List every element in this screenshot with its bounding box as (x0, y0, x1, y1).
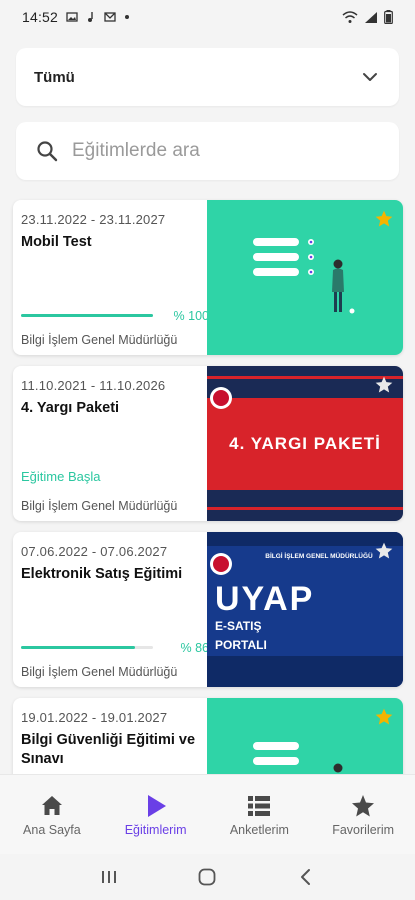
image-icon (66, 12, 78, 22)
bottom-navigation: Ana Sayfa Eğitimlerim Anketlerim Favoril… (0, 774, 415, 854)
back-button[interactable] (294, 865, 318, 889)
course-title: Bilgi Güvenliği Eğitimi ve Sınavı (21, 732, 196, 767)
nav-surveys[interactable]: Anketlerim (208, 775, 312, 854)
course-thumbnail (207, 698, 403, 774)
nav-favorites[interactable]: Favorilerim (311, 775, 415, 854)
progress-fill (21, 646, 135, 649)
course-dates: 07.06.2022 - 07.06.2027 (21, 544, 168, 559)
category-filter-dropdown[interactable]: Tümü (16, 48, 399, 106)
battery-icon (384, 10, 393, 24)
list-icon (248, 796, 271, 816)
star-icon (352, 795, 375, 817)
course-card[interactable]: 19.01.2022 - 19.01.2027 Bilgi Güvenliği … (13, 698, 403, 774)
course-title: Mobil Test (21, 234, 92, 250)
course-list[interactable]: 23.11.2022 - 23.11.2027 Mobil Test % 100… (0, 196, 415, 774)
status-time: 14:52 (22, 9, 59, 25)
course-org: Bilgi İşlem Genel Müdürlüğü (21, 665, 178, 679)
nav-home-label: Ana Sayfa (23, 823, 81, 837)
recent-apps-icon (102, 871, 117, 883)
home-button[interactable] (195, 865, 219, 889)
course-title: Elektronik Satış Eğitimi (21, 566, 183, 582)
search-icon (37, 141, 58, 162)
mail-icon (104, 12, 116, 22)
search-bar[interactable] (16, 122, 399, 180)
play-icon (147, 795, 166, 817)
nav-home[interactable]: Ana Sayfa (0, 775, 104, 854)
progress-bar (21, 646, 153, 649)
nav-trainings[interactable]: Eğitimlerim (104, 775, 208, 854)
favorite-star-icon[interactable] (374, 707, 394, 727)
progress-fill (21, 314, 153, 317)
course-card[interactable]: 23.11.2022 - 23.11.2027 Mobil Test % 100… (13, 200, 403, 355)
nav-favorites-label: Favorilerim (332, 823, 395, 837)
course-thumbnail: 4. YARGI PAKETİ (207, 366, 403, 521)
banner-header: BİLGİ İŞLEM GENEL MÜDÜRLÜĞÜ (265, 551, 373, 560)
course-progress: % 86 (21, 641, 209, 655)
home-icon (41, 796, 62, 815)
filter-selected-label: Tümü (34, 68, 75, 86)
banner-sub2: PORTALI (215, 638, 267, 652)
course-thumbnail: BİLGİ İŞLEM GENEL MÜDÜRLÜĞÜ UYAP E-SATIŞ… (207, 532, 403, 687)
back-icon (300, 869, 310, 885)
recent-apps-button[interactable] (97, 865, 121, 889)
chevron-down-icon (363, 73, 377, 81)
course-card[interactable]: 07.06.2022 - 07.06.2027 Elektronik Satış… (13, 532, 403, 687)
banner-title: 4. YARGI PAKETİ (229, 434, 381, 453)
sound-icon (88, 12, 93, 22)
nav-surveys-label: Anketlerim (229, 823, 289, 837)
signal-icon (365, 11, 377, 23)
progress-bar (21, 314, 153, 317)
home-circle-icon (199, 868, 216, 886)
course-progress: % 100 (21, 309, 209, 323)
status-bar: 14:52 (0, 0, 415, 34)
progress-label: % 86 (180, 641, 210, 655)
nav-trainings-label: Eğitimlerim (124, 823, 187, 837)
course-org: Bilgi İşlem Genel Müdürlüğü (21, 333, 178, 347)
system-navigation-bar (0, 854, 415, 900)
start-training-link[interactable]: Eğitime Başla (21, 469, 100, 484)
dot-icon (125, 15, 130, 19)
favorite-star-icon[interactable] (374, 209, 394, 229)
course-dates: 19.01.2022 - 19.01.2027 (21, 710, 168, 725)
course-title: 4. Yargı Paketi (21, 400, 120, 416)
favorite-star-icon[interactable] (374, 375, 394, 395)
course-dates: 23.11.2022 - 23.11.2027 (21, 212, 166, 227)
banner-sub1: E-SATIŞ (215, 619, 261, 633)
course-dates: 11.10.2021 - 11.10.2026 (21, 378, 166, 393)
system-status-icons (342, 10, 393, 24)
course-org: Bilgi İşlem Genel Müdürlüğü (21, 499, 178, 513)
favorite-star-icon[interactable] (374, 541, 394, 561)
banner-title: UYAP (215, 580, 314, 618)
notification-icons (66, 11, 130, 23)
wifi-icon (342, 10, 358, 23)
search-input[interactable] (72, 140, 352, 162)
progress-label: % 100 (173, 309, 209, 323)
course-card[interactable]: 11.10.2021 - 11.10.2026 4. Yargı Paketi … (13, 366, 403, 521)
course-thumbnail (207, 200, 403, 355)
